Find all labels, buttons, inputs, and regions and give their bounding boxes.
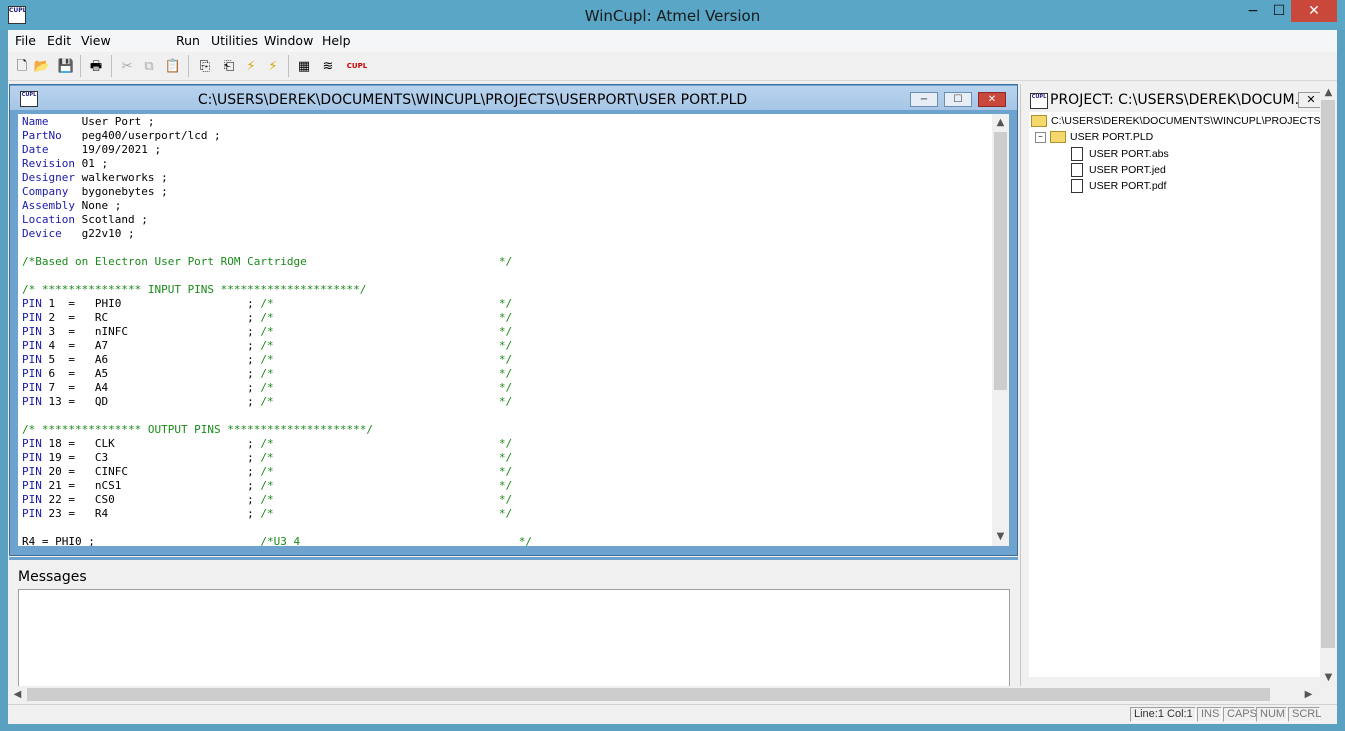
menu-window[interactable]: Window	[264, 33, 313, 48]
editor-restore-button[interactable]: ☐	[944, 92, 972, 107]
tree-file-label: USER PORT.jed	[1089, 164, 1166, 176]
project-scroll-thumb[interactable]	[1321, 100, 1335, 648]
chip-view-icon[interactable]: ▦	[294, 56, 314, 76]
toolbar-separator	[188, 55, 189, 77]
code-editor[interactable]: Name User Port ; PartNo peg400/userport/…	[18, 114, 992, 546]
compile-icon[interactable]: ⎘	[195, 56, 215, 76]
horizontal-scroll-thumb[interactable]	[27, 688, 1270, 701]
tree-file-label: USER PORT.pdf	[1089, 180, 1167, 192]
scroll-up-icon[interactable]: ▲	[1320, 87, 1337, 98]
tree-file[interactable]: USER PORT.pdf	[1071, 179, 1166, 193]
file-icon	[1071, 163, 1083, 177]
status-scrl: SCRL	[1288, 707, 1321, 722]
collapse-icon[interactable]: −	[1035, 131, 1046, 143]
print-icon[interactable]: 🖶	[86, 56, 106, 76]
scroll-left-icon[interactable]: ◀	[9, 689, 26, 700]
scroll-down-icon[interactable]: ▼	[992, 531, 1009, 542]
app-title: WinCupl: Atmel Version	[584, 7, 761, 25]
close-button[interactable]: ✕	[1291, 0, 1337, 22]
waveform-icon[interactable]: ≋	[318, 56, 338, 76]
toolbar-separator	[111, 55, 112, 77]
scroll-right-icon[interactable]: ▶	[1300, 689, 1317, 700]
device-dependent-compile-icon[interactable]: ⎗	[219, 56, 239, 76]
paste-icon[interactable]: 📋	[163, 56, 183, 76]
copy-icon[interactable]: ⧉	[139, 56, 159, 76]
cupl-icon[interactable]: CUPL	[347, 56, 367, 76]
status-num: NUM	[1256, 707, 1287, 722]
menu-run[interactable]: Run	[176, 33, 200, 48]
new-icon[interactable]: 🗋	[12, 56, 32, 76]
project-horizontal-scrollbar[interactable]	[1029, 677, 1320, 686]
tree-file[interactable]: USER PORT.abs	[1071, 147, 1169, 161]
editor-title: C:\USERS\DEREK\DOCUMENTS\WINCUPL\PROJECT…	[197, 92, 748, 108]
tree-root-label: C:\USERS\DEREK\DOCUMENTS\WINCUPL\PROJECT…	[1051, 115, 1320, 127]
folder-icon	[1050, 131, 1066, 143]
cut-icon[interactable]: ✂	[117, 56, 137, 76]
editor-close-button[interactable]: ✕	[978, 92, 1006, 107]
simulate-icon[interactable]: ⚡	[241, 56, 261, 76]
menu-help[interactable]: Help	[322, 33, 351, 48]
editor-scroll-thumb[interactable]	[994, 132, 1007, 390]
menu-view[interactable]: View	[81, 33, 111, 48]
save-icon[interactable]: 💾	[56, 56, 76, 76]
tree-folder-label: USER PORT.PLD	[1070, 131, 1154, 143]
project-title: PROJECT: C:\USERS\DEREK\DOCUM...	[1050, 92, 1308, 108]
file-icon	[1071, 147, 1083, 161]
messages-title: Messages	[18, 569, 87, 585]
tree-root[interactable]: C:\USERS\DEREK\DOCUMENTS\WINCUPL\PROJECT…	[1031, 115, 1320, 127]
tree-file[interactable]: USER PORT.jed	[1071, 163, 1166, 177]
tree-file-label: USER PORT.abs	[1089, 148, 1169, 160]
status-caps: CAPS	[1223, 707, 1257, 722]
status-position: Line:1 Col:1	[1130, 707, 1196, 722]
toolbar-separator	[80, 55, 81, 77]
code-text[interactable]: Name User Port ; PartNo peg400/userport/…	[22, 115, 532, 546]
file-icon	[1071, 179, 1083, 193]
open-icon[interactable]: 📂	[32, 56, 52, 76]
scroll-up-icon[interactable]: ▲	[992, 117, 1009, 128]
toolbar-separator	[288, 55, 289, 77]
menu-edit[interactable]: Edit	[47, 33, 71, 48]
device-simulate-icon[interactable]: ⚡	[263, 56, 283, 76]
editor-minimize-button[interactable]: −	[910, 92, 938, 107]
status-ins: INS	[1197, 707, 1222, 722]
folder-icon	[1031, 115, 1047, 127]
tree-folder[interactable]: − USER PORT.PLD	[1035, 131, 1153, 143]
project-icon: CUPL	[1030, 93, 1048, 109]
project-tree[interactable]: C:\USERS\DEREK\DOCUMENTS\WINCUPL\PROJECT…	[1029, 112, 1320, 677]
scroll-down-icon[interactable]: ▼	[1320, 672, 1337, 683]
messages-output[interactable]	[18, 589, 1010, 687]
menu-utilities[interactable]: Utilities	[211, 33, 258, 48]
menu-bar	[8, 30, 1337, 52]
menu-file[interactable]: File	[15, 33, 36, 48]
